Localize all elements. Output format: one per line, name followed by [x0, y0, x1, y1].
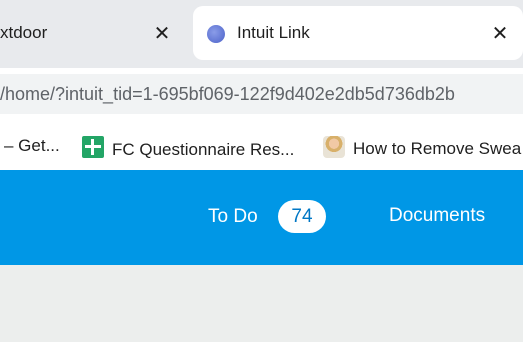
bookmark-label: – Get... — [4, 136, 60, 155]
bookmark-label: FC Questionnaire Res... — [112, 140, 295, 159]
bookmark-how-to-remove[interactable]: How to Remove Swea — [323, 136, 521, 159]
page-content — [0, 265, 523, 342]
nav-documents[interactable]: Documents — [389, 205, 485, 227]
bookmark-fc-questionnaire[interactable]: FC Questionnaire Res... — [82, 136, 294, 160]
todo-count-badge[interactable]: 74 — [278, 200, 326, 233]
bookmarks-bar: – Get... FC Questionnaire Res... How to … — [0, 120, 523, 170]
browser-toolbar: /home/?intuit_tid=1-695bf069-122f9d402e2… — [0, 68, 523, 120]
close-tab-icon[interactable]: ✕ — [488, 23, 512, 47]
address-bar-url[interactable]: /home/?intuit_tid=1-695bf069-122f9d402e2… — [0, 84, 455, 105]
google-sheets-icon — [82, 136, 104, 158]
address-bar[interactable]: /home/?intuit_tid=1-695bf069-122f9d402e2… — [0, 74, 523, 114]
bookmark-get[interactable]: – Get... — [4, 136, 60, 156]
tab-title: Intuit Link — [237, 23, 310, 42]
tab-title: xtdoor — [0, 23, 48, 42]
bookmark-label: How to Remove Swea — [353, 139, 522, 158]
browser-tab-strip: xtdoor ✕ Intuit Link ✕ — [0, 0, 523, 68]
intuit-favicon-icon — [207, 25, 225, 43]
tab-intuit-link[interactable]: Intuit Link ✕ — [193, 6, 523, 60]
nav-todo[interactable]: To Do — [208, 206, 258, 228]
tab-nextdoor[interactable]: xtdoor ✕ — [0, 6, 188, 62]
app-header: To Do 74 Documents — [0, 170, 523, 265]
person-thumbnail-icon — [323, 136, 345, 158]
close-tab-icon[interactable]: ✕ — [150, 23, 174, 47]
